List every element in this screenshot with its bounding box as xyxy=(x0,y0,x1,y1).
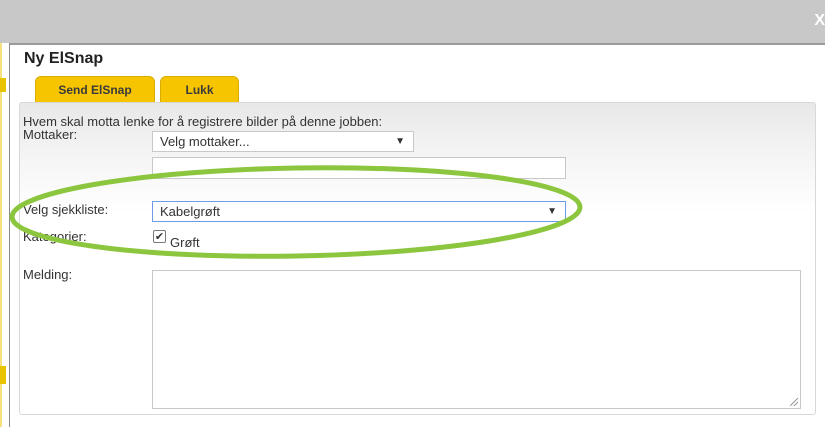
checklist-label: Velg sjekkliste: xyxy=(23,202,109,217)
tab-lukk[interactable]: Lukk xyxy=(160,76,239,102)
dialog-title: Ny ElSnap xyxy=(24,50,104,67)
background-marker xyxy=(0,78,6,92)
recipient-select[interactable]: Velg mottaker... ▼ xyxy=(152,131,414,152)
category-label-groft: Grøft xyxy=(170,235,200,250)
resize-grip-icon[interactable] xyxy=(790,398,798,406)
recipient-text-input[interactable] xyxy=(152,157,566,179)
close-button[interactable]: X xyxy=(814,12,825,30)
message-textarea[interactable] xyxy=(152,270,801,409)
window-titlebar: X xyxy=(0,0,825,43)
checklist-select-value: Kabelgrøft xyxy=(160,204,220,219)
tab-send-elsnap[interactable]: Send ElSnap xyxy=(35,76,155,102)
recipient-label: Mottaker: xyxy=(23,127,78,142)
dropdown-arrow-icon: ▼ xyxy=(395,136,405,147)
dropdown-arrow-icon: ▼ xyxy=(547,206,557,217)
recipient-select-value: Velg mottaker... xyxy=(160,134,250,149)
categories-label: Kategorier: xyxy=(23,229,87,244)
elsnap-dialog-screen: X Ny ElSnap Send ElSnap Lukk Hvem skal m… xyxy=(0,0,825,427)
titlebar-divider xyxy=(10,43,825,45)
dialog-left-border xyxy=(9,43,10,427)
category-checkbox-groft[interactable]: ✔ xyxy=(153,230,166,243)
background-marker xyxy=(0,366,6,384)
message-label: Melding: xyxy=(23,267,73,282)
checklist-select[interactable]: Kabelgrøft ▼ xyxy=(152,201,566,222)
